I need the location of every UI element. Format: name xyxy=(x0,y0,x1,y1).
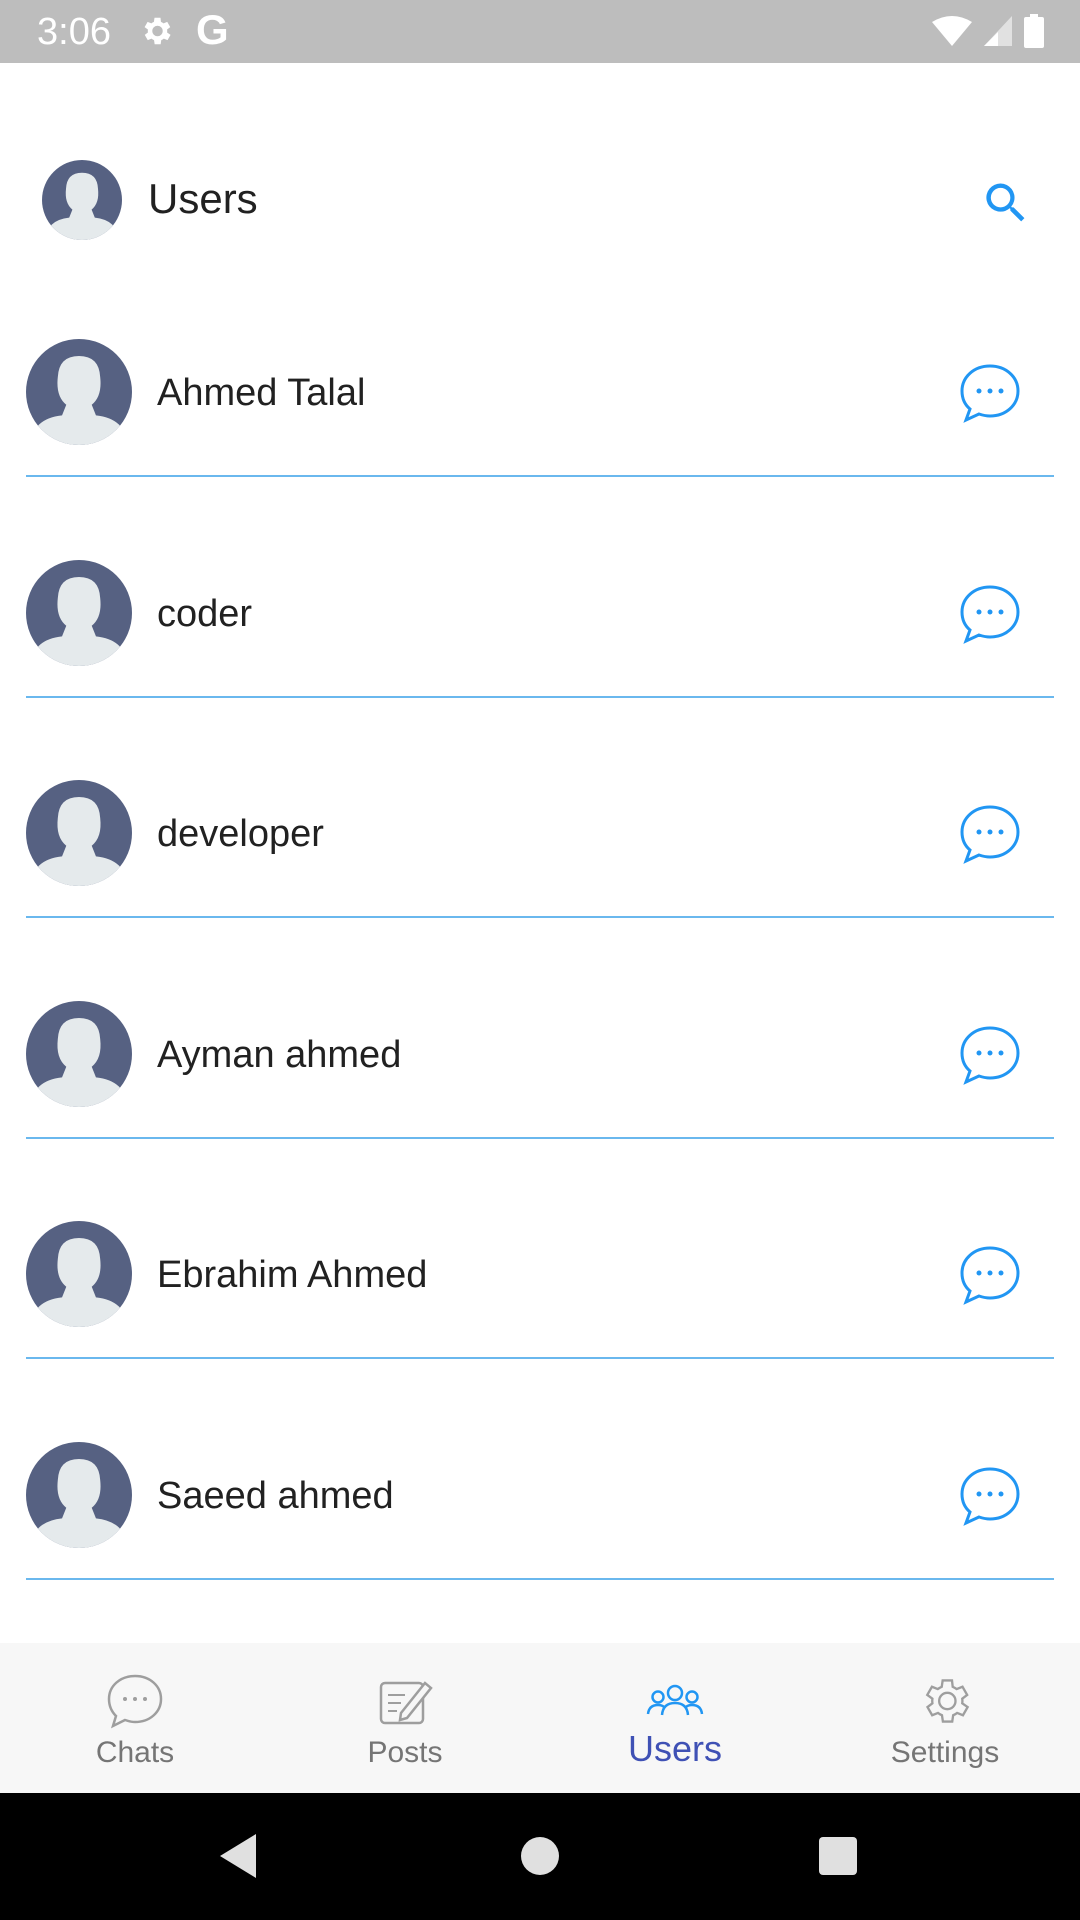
user-name: Saeed ahmed xyxy=(157,1474,394,1517)
nav-tab-users[interactable]: Users xyxy=(540,1643,810,1793)
nav-label: Chats xyxy=(95,1736,175,1769)
user-row[interactable]: developer xyxy=(0,741,1080,962)
chat-bubble-icon[interactable] xyxy=(958,1024,1022,1086)
user-row[interactable]: Ebrahim Ahmed xyxy=(0,1182,1080,1403)
user-name: developer xyxy=(157,813,324,856)
bottom-navigation: Chats Posts Users Settings xyxy=(0,1643,1080,1793)
divider xyxy=(26,695,1054,698)
chat-bubble-icon[interactable] xyxy=(958,1465,1022,1527)
nav-label: Users xyxy=(627,1728,722,1769)
user-row[interactable]: Ayman ahmed xyxy=(0,962,1080,1183)
user-avatar xyxy=(26,339,132,445)
user-row[interactable]: Ahmed Talal xyxy=(0,300,1080,521)
status-bar: 3:06 G xyxy=(0,0,1080,63)
users-group-icon xyxy=(646,1684,704,1716)
divider xyxy=(26,1136,1054,1139)
chat-bubble-icon[interactable] xyxy=(958,583,1022,645)
edit-note-icon xyxy=(379,1681,433,1725)
chat-bubble-icon[interactable] xyxy=(958,1244,1022,1306)
profile-avatar[interactable] xyxy=(42,160,122,240)
status-time: 3:06 xyxy=(37,11,111,53)
settings-gear-status-icon xyxy=(144,17,171,45)
user-avatar xyxy=(26,1221,132,1328)
users-list: Ahmed Talal coder developer Ayman ahmed … xyxy=(0,300,1080,1624)
user-name: coder xyxy=(157,592,253,635)
battery-icon xyxy=(1024,14,1044,48)
nav-label: Posts xyxy=(367,1736,443,1769)
divider xyxy=(26,916,1054,919)
chat-bubble-icon xyxy=(107,1674,163,1729)
divider xyxy=(26,1357,1054,1360)
cell-signal-icon xyxy=(984,16,1012,46)
nav-tab-chats[interactable]: Chats xyxy=(0,1643,270,1793)
user-name: Ebrahim Ahmed xyxy=(157,1254,428,1297)
chat-bubble-icon[interactable] xyxy=(958,362,1022,424)
recents-icon[interactable] xyxy=(808,1826,868,1886)
user-avatar xyxy=(26,780,132,887)
status-indicators xyxy=(932,14,1044,48)
page-title: Users xyxy=(148,175,258,222)
divider xyxy=(26,1577,1054,1580)
user-avatar xyxy=(26,559,132,666)
user-row[interactable]: coder xyxy=(0,521,1080,742)
gear-icon xyxy=(925,1679,970,1723)
home-icon[interactable] xyxy=(510,1826,570,1886)
nav-tab-posts[interactable]: Posts xyxy=(270,1643,540,1793)
system-navigation-bar xyxy=(0,1793,1080,1920)
divider xyxy=(26,475,1054,477)
wifi-icon xyxy=(932,16,972,46)
nav-tab-settings[interactable]: Settings xyxy=(810,1643,1080,1793)
google-g-icon: G xyxy=(196,6,229,53)
user-avatar xyxy=(26,1000,132,1107)
nav-label: Settings xyxy=(890,1736,1000,1769)
chat-bubble-icon[interactable] xyxy=(958,803,1022,865)
user-avatar xyxy=(26,1441,132,1548)
user-name: Ayman ahmed xyxy=(157,1033,402,1076)
user-name: Ahmed Talal xyxy=(157,372,366,414)
search-icon[interactable] xyxy=(980,177,1032,229)
user-row[interactable]: Saeed ahmed xyxy=(0,1403,1080,1624)
app-header: Users xyxy=(0,63,1080,288)
back-icon[interactable] xyxy=(208,1826,268,1886)
